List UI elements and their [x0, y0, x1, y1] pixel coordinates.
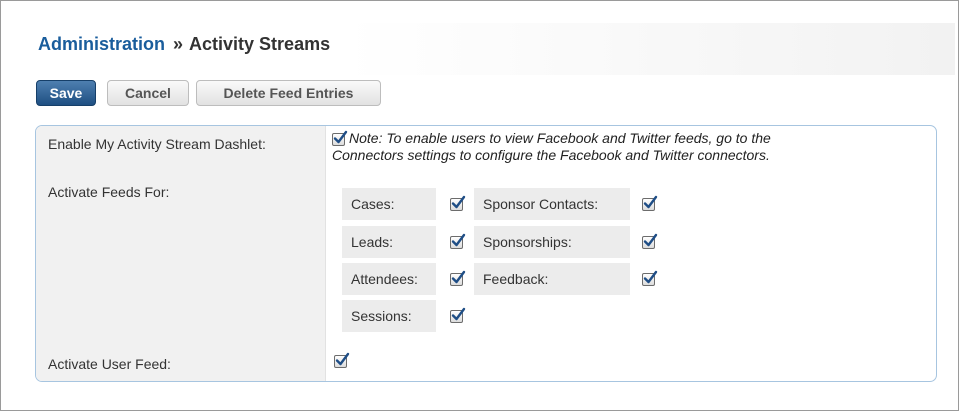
leads-checkbox[interactable] [450, 233, 466, 249]
check-mark-icon [451, 233, 466, 247]
attendees-checkbox[interactable] [450, 270, 466, 286]
feedback-checkbox[interactable] [642, 270, 658, 286]
label-column [36, 126, 326, 381]
check-mark-icon [333, 130, 348, 144]
cases-checkbox[interactable] [450, 195, 466, 211]
sponsor-contacts-checkbox[interactable] [642, 195, 658, 211]
settings-panel: Enable My Activity Stream Dashlet: Note:… [35, 125, 937, 382]
check-mark-icon [451, 270, 466, 284]
check-mark-icon [643, 270, 658, 284]
feed-label-sponsorships: Sponsorships: [474, 226, 630, 258]
check-mark-icon [643, 233, 658, 247]
feed-label-feedback: Feedback: [474, 263, 630, 295]
activate-feeds-label: Activate Feeds For: [48, 184, 170, 200]
check-mark-icon [643, 195, 658, 209]
sessions-checkbox[interactable] [450, 307, 466, 323]
enable-dashlet-checkbox[interactable] [332, 130, 348, 146]
sponsorships-checkbox[interactable] [642, 233, 658, 249]
check-mark-icon [451, 307, 466, 321]
feed-label-cases: Cases: [342, 188, 436, 220]
connector-note-line-2: Connectors settings to configure the Fac… [332, 147, 770, 163]
feed-label-attendees: Attendees: [342, 263, 436, 295]
connector-note: Note: To enable users to view Facebook a… [332, 130, 929, 164]
feed-label-leads: Leads: [342, 226, 436, 258]
breadcrumb: Administration » Activity Streams [38, 34, 330, 55]
check-mark-icon [335, 352, 350, 366]
connector-note-line-1: Note: To enable users to view Facebook a… [349, 130, 771, 146]
check-mark-icon [451, 195, 466, 209]
page-frame: Administration » Activity Streams Save Can… [0, 0, 959, 411]
feed-label-sessions: Sessions: [342, 300, 436, 332]
enable-dashlet-label: Enable My Activity Stream Dashlet: [48, 136, 266, 152]
activate-user-feed-checkbox[interactable] [334, 352, 350, 368]
cancel-button[interactable]: Cancel [107, 80, 189, 106]
feed-label-sponsor-contacts: Sponsor Contacts: [474, 188, 630, 220]
activate-user-feed-label: Activate User Feed: [48, 356, 171, 372]
delete-feed-entries-button[interactable]: Delete Feed Entries [196, 80, 381, 106]
page-title: Activity Streams [189, 34, 331, 54]
save-button[interactable]: Save [36, 80, 96, 106]
breadcrumb-separator: » [173, 34, 184, 54]
breadcrumb-administration-link[interactable]: Administration [38, 34, 165, 54]
